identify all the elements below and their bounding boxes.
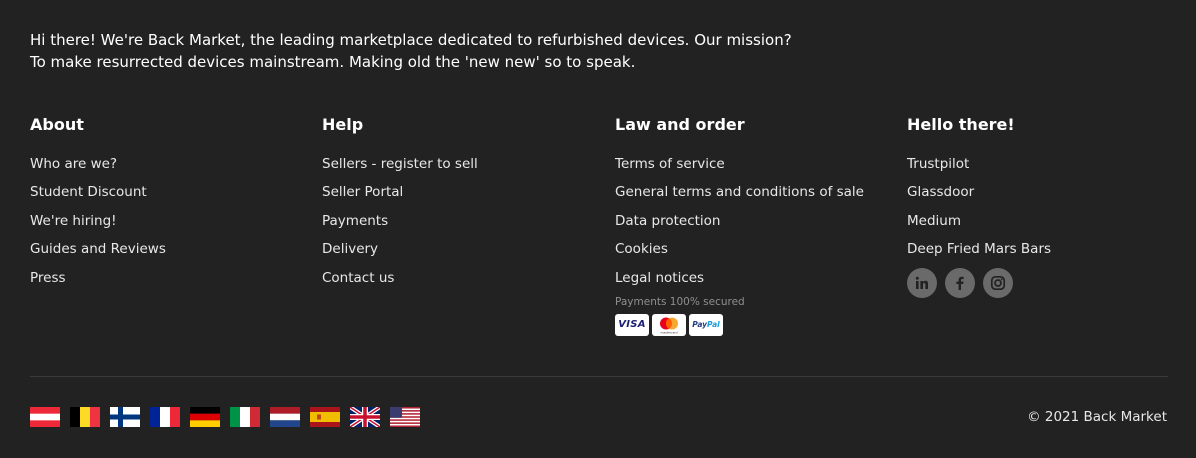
mastercard-card-icon: mastercard	[652, 313, 686, 336]
italy-flag-icon[interactable]	[230, 407, 260, 427]
intro-line-2: To make resurrected devices mainstream. …	[30, 53, 636, 71]
linkedin-icon[interactable]	[907, 267, 937, 298]
germany-flag-icon[interactable]	[190, 407, 220, 427]
link-glassdoor[interactable]: Glassdoor	[907, 184, 974, 200]
link-who-are-we[interactable]: Who are we?	[30, 156, 117, 172]
link-seller-portal[interactable]: Seller Portal	[322, 184, 403, 200]
paypal-card-icon: PayPal	[689, 313, 723, 336]
link-terms-of-service[interactable]: Terms of service	[615, 156, 725, 172]
link-trustpilot[interactable]: Trustpilot	[907, 156, 969, 172]
uk-flag-icon[interactable]	[350, 407, 380, 427]
belgium-flag-icon[interactable]	[70, 407, 100, 427]
link-cookies[interactable]: Cookies	[615, 241, 668, 257]
france-flag-icon[interactable]	[150, 407, 180, 427]
link-sellers-register[interactable]: Sellers - register to sell	[322, 156, 478, 172]
link-data-protection[interactable]: Data protection	[615, 213, 721, 229]
payment-methods: VISA mastercard PayPal	[615, 313, 895, 336]
instagram-icon[interactable]	[983, 267, 1013, 298]
link-legal-notices[interactable]: Legal notices	[615, 270, 704, 286]
visa-card-text: VISA	[618, 319, 646, 331]
social-links	[907, 267, 1187, 298]
column-title-law: Law and order	[615, 115, 745, 134]
usa-flag-icon[interactable]	[390, 407, 420, 427]
footer-column-law: Law and order Terms of service General t…	[615, 112, 895, 336]
footer-divider	[30, 376, 1168, 377]
link-guides-and-reviews[interactable]: Guides and Reviews	[30, 241, 166, 257]
paypal-text-b: Pal	[707, 320, 720, 330]
paypal-text-a: Pay	[692, 320, 708, 330]
country-flags	[30, 407, 420, 427]
link-deep-fried-mars-bars[interactable]: Deep Fried Mars Bars	[907, 241, 1051, 257]
link-general-terms-sale[interactable]: General terms and conditions of sale	[615, 184, 864, 200]
footer-column-hello: Hello there! Trustpilot Glassdoor Medium…	[907, 112, 1187, 298]
link-medium[interactable]: Medium	[907, 213, 961, 229]
link-student-discount[interactable]: Student Discount	[30, 184, 147, 200]
intro-line-1: Hi there! We're Back Market, the leading…	[30, 31, 792, 49]
finland-flag-icon[interactable]	[110, 407, 140, 427]
link-press[interactable]: Press	[30, 270, 66, 286]
link-were-hiring[interactable]: We're hiring!	[30, 213, 117, 229]
visa-card-icon: VISA	[615, 313, 649, 336]
austria-flag-icon[interactable]	[30, 407, 60, 427]
payments-secured-label: Payments 100% secured	[615, 295, 745, 308]
link-payments[interactable]: Payments	[322, 213, 388, 229]
netherlands-flag-icon[interactable]	[270, 407, 300, 427]
link-delivery[interactable]: Delivery	[322, 241, 378, 257]
mastercard-card-text: mastercard	[660, 330, 677, 334]
intro-text: Hi there! We're Back Market, the leading…	[30, 29, 930, 73]
facebook-icon[interactable]	[945, 267, 975, 298]
link-contact-us[interactable]: Contact us	[322, 270, 394, 286]
column-title-about: About	[30, 115, 84, 134]
footer-column-help: Help Sellers - register to sell Seller P…	[322, 112, 602, 292]
spain-flag-icon[interactable]	[310, 407, 340, 427]
column-title-hello: Hello there!	[907, 115, 1015, 134]
column-title-help: Help	[322, 115, 364, 134]
footer-column-about: About Who are we? Student Discount We're…	[30, 112, 310, 292]
copyright-text: © 2021 Back Market	[1027, 409, 1167, 425]
